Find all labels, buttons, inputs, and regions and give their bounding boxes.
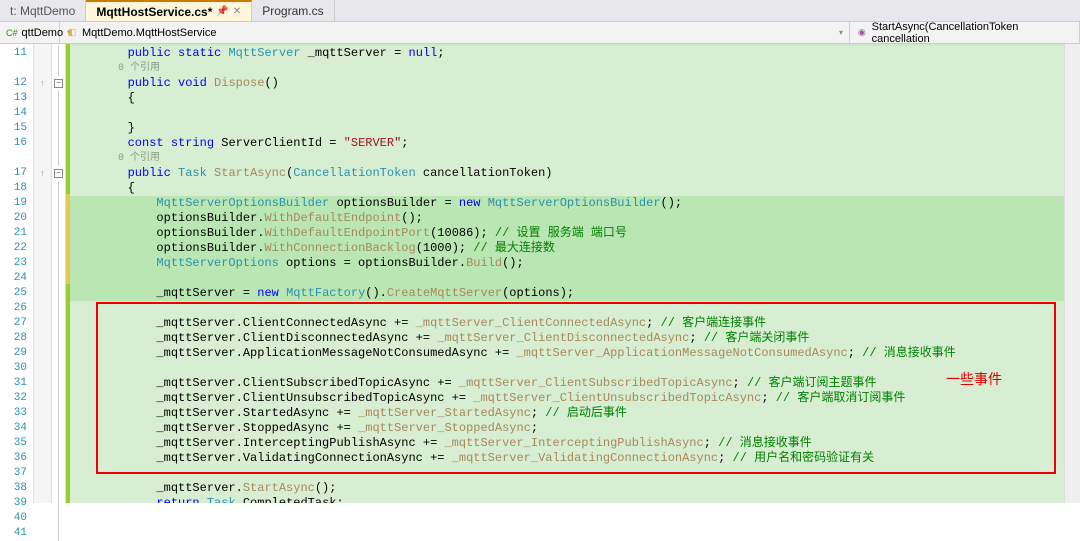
- fold-toggle[interactable]: −: [54, 79, 63, 88]
- method-icon: ◉: [856, 27, 868, 39]
- codelens-refs[interactable]: 0 个引用: [118, 153, 160, 164]
- close-icon[interactable]: ✕: [233, 6, 241, 17]
- tab-label: Program.cs: [262, 4, 323, 18]
- nav-class-label: MqttDemo.MqttHostService: [82, 27, 216, 39]
- pin-icon[interactable]: 📌: [216, 6, 228, 17]
- annotation-label: 一些事件: [946, 369, 1002, 389]
- change-marker-gutter: ↑ ↑: [34, 44, 52, 503]
- codelens-refs[interactable]: 0 个引用: [118, 63, 160, 74]
- tab-project[interactable]: t: MqttDemo: [0, 0, 86, 21]
- nav-method-dropdown[interactable]: ◉ StartAsync(CancellationToken cancellat…: [850, 22, 1080, 43]
- tab-label: t: MqttDemo: [10, 4, 75, 18]
- nav-class-dropdown[interactable]: ◧ MqttDemo.MqttHostService ▾: [60, 22, 850, 43]
- line-number-gutter: 11 1213 1415 16 1718 1920 2122 2324 2526…: [0, 44, 34, 503]
- tab-strip: t: MqttDemo MqttHostService.cs* 📌 ✕ Prog…: [0, 0, 1080, 22]
- class-icon: ◧: [66, 27, 78, 39]
- code-surface[interactable]: public static MqttServer _mqttServer = n…: [66, 44, 1080, 503]
- csharp-icon: C#: [6, 27, 18, 39]
- nav-project-label: qttDemo: [22, 27, 64, 39]
- code-editor[interactable]: 11 1213 1415 16 1718 1920 2122 2324 2526…: [0, 44, 1080, 503]
- nav-bar: C# qttDemo ▾ ◧ MqttDemo.MqttHostService …: [0, 22, 1080, 44]
- nav-project-dropdown[interactable]: C# qttDemo ▾: [0, 22, 60, 43]
- tab-label: MqttHostService.cs*: [96, 5, 212, 19]
- nav-method-label: StartAsync(CancellationToken cancellatio…: [872, 21, 1073, 45]
- fold-gutter: − −: [52, 44, 66, 503]
- vertical-scrollbar[interactable]: [1064, 44, 1080, 503]
- chevron-down-icon: ▾: [839, 28, 843, 37]
- tab-file[interactable]: Program.cs: [252, 0, 334, 21]
- fold-toggle[interactable]: −: [54, 169, 63, 178]
- tab-file-active[interactable]: MqttHostService.cs* 📌 ✕: [86, 0, 252, 21]
